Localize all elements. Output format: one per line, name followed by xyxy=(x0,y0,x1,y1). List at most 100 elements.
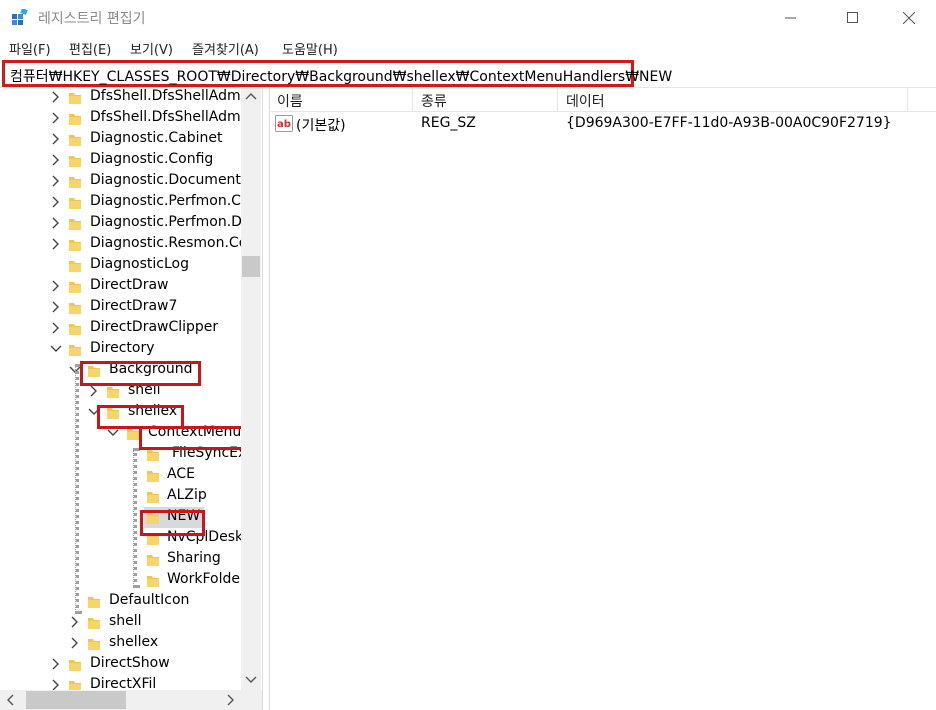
menu-file[interactable]: 파일(F) xyxy=(9,39,51,58)
chevron-right-icon[interactable] xyxy=(50,280,62,292)
tree-item[interactable]: shellex xyxy=(0,633,262,654)
folder-icon xyxy=(146,531,160,545)
pane-splitter[interactable] xyxy=(262,88,270,710)
tree-item-label: FileSyncEx xyxy=(172,445,247,461)
folder-icon xyxy=(106,405,120,419)
chevron-right-icon[interactable] xyxy=(50,301,62,313)
menu-bar: 파일(F) 편집(E) 보기(V) 즐겨찾기(A) 도움말(H) xyxy=(0,36,936,58)
chevron-right-icon[interactable] xyxy=(50,658,62,670)
scroll-right-icon[interactable] xyxy=(226,694,236,706)
scroll-up-icon[interactable] xyxy=(245,92,257,102)
minimize-button[interactable] xyxy=(768,0,814,36)
menu-favorites[interactable]: 즐겨찾기(A) xyxy=(192,39,259,58)
maximize-icon xyxy=(847,12,858,23)
tree-vertical-scrollbar[interactable] xyxy=(241,88,261,691)
tree-item[interactable]: DfsShell.DfsShellAdmin xyxy=(0,108,262,129)
tree-item[interactable]: Background xyxy=(0,360,262,381)
chevron-right-icon[interactable] xyxy=(50,217,62,229)
column-data[interactable]: 데이터 xyxy=(566,91,605,111)
tree-item[interactable]: Diagnostic.Config xyxy=(0,150,262,171)
tree-item-label: shellex xyxy=(109,634,159,650)
tree-item-label: Diagnostic.Document xyxy=(90,172,241,188)
tree-item[interactable]: shell xyxy=(0,612,262,633)
chevron-right-icon[interactable] xyxy=(69,637,81,649)
folder-icon xyxy=(68,132,82,146)
maximize-button[interactable] xyxy=(830,0,876,36)
menu-view[interactable]: 보기(V) xyxy=(130,39,173,58)
tree-item[interactable]: DirectShow xyxy=(0,654,262,675)
minimize-icon xyxy=(785,17,796,19)
tree-item[interactable]: NvCplDeskt xyxy=(0,528,262,549)
tree-item[interactable]: shell xyxy=(0,381,262,402)
folder-icon xyxy=(68,258,82,272)
scroll-left-icon[interactable] xyxy=(6,694,16,706)
folder-icon xyxy=(146,510,160,524)
folder-icon xyxy=(126,426,140,440)
folder-icon xyxy=(146,489,160,503)
tree-item-label: Diagnostic.Perfmon.Co xyxy=(90,193,250,209)
tree-item[interactable]: Diagnostic.Perfmon.Co xyxy=(0,192,262,213)
column-separator[interactable] xyxy=(557,88,558,112)
column-separator[interactable] xyxy=(907,88,908,112)
chevron-right-icon[interactable] xyxy=(88,385,100,397)
chevron-right-icon[interactable] xyxy=(50,196,62,208)
chevron-right-icon[interactable] xyxy=(69,616,81,628)
tree-item[interactable]: DirectDrawClipper xyxy=(0,318,262,339)
registry-tree[interactable]: DfsShell.DfsShellAdmin DfsShell.DfsShellA… xyxy=(0,88,262,691)
registry-editor-icon xyxy=(11,8,29,27)
tree-item-label: shell xyxy=(128,382,161,398)
tree-item[interactable]: ContextMenuH xyxy=(0,423,262,444)
tree-item-label: DirectXFil xyxy=(90,676,157,691)
chevron-down-icon[interactable] xyxy=(88,406,100,418)
tree-item[interactable]: DirectDraw7 xyxy=(0,297,262,318)
tree-item[interactable]: Sharing xyxy=(0,549,262,570)
chevron-right-icon[interactable] xyxy=(50,175,62,187)
scroll-down-icon[interactable] xyxy=(245,675,257,685)
menu-edit[interactable]: 편집(E) xyxy=(69,39,111,58)
chevron-right-icon[interactable] xyxy=(50,133,62,145)
chevron-right-icon[interactable] xyxy=(50,112,62,124)
chevron-right-icon[interactable] xyxy=(50,322,62,334)
tree-item[interactable]: NEW xyxy=(0,507,262,528)
tree-vertical-scroll-thumb[interactable] xyxy=(242,256,260,277)
column-separator[interactable] xyxy=(412,88,413,112)
column-name[interactable]: 이름 xyxy=(277,91,303,111)
value-name: (기본값) xyxy=(296,118,346,134)
tree-item[interactable]: DirectDraw xyxy=(0,276,262,297)
chevron-right-icon[interactable] xyxy=(50,238,62,250)
tree-item[interactable]: Diagnostic.Resmon.Co xyxy=(0,234,262,255)
tree-item[interactable]: Diagnostic.Perfmon.Do xyxy=(0,213,262,234)
tree-item[interactable]: shellex xyxy=(0,402,262,423)
tree-item[interactable]: DfsShell.DfsShellAdmin xyxy=(0,88,262,108)
chevron-right-icon[interactable] xyxy=(50,91,62,103)
tree-guide-line xyxy=(133,448,137,588)
column-type[interactable]: 종류 xyxy=(421,91,447,111)
folder-icon xyxy=(146,573,160,587)
title-bar: 레지스트리 편집기 xyxy=(0,0,936,36)
chevron-right-icon[interactable] xyxy=(50,154,62,166)
folder-icon xyxy=(68,216,82,230)
tree-item[interactable]: Diagnostic.Document xyxy=(0,171,262,192)
tree-item[interactable]: FileSyncEx xyxy=(0,444,262,465)
list-item[interactable]: ab (기본값) REG_SZ {D969A300-E7FF-11d0-A93B… xyxy=(271,113,936,135)
tree-item[interactable]: DirectXFil xyxy=(0,675,262,691)
tree-item[interactable]: DiagnosticLog xyxy=(0,255,262,276)
chevron-down-icon[interactable] xyxy=(50,343,62,355)
folder-icon xyxy=(68,657,82,671)
close-button[interactable] xyxy=(886,0,932,36)
folder-icon xyxy=(68,300,82,314)
tree-item[interactable]: ALZip xyxy=(0,486,262,507)
tree-item[interactable]: WorkFolder xyxy=(0,570,262,591)
tree-item[interactable]: Diagnostic.Cabinet xyxy=(0,129,262,150)
window-title: 레지스트리 편집기 xyxy=(38,11,146,27)
tree-item-label: Directory xyxy=(90,340,155,356)
tree-item-label: DefaultIcon xyxy=(109,592,190,608)
folder-icon xyxy=(87,615,101,629)
tree-item[interactable]: DefaultIcon xyxy=(0,591,262,612)
tree-horizontal-scroll-thumb[interactable] xyxy=(26,691,126,709)
chevron-down-icon[interactable] xyxy=(107,427,119,439)
address-bar[interactable]: 컴퓨터₩HKEY_CLASSES_ROOT₩Directory₩Backgrou… xyxy=(2,60,672,87)
menu-help[interactable]: 도움말(H) xyxy=(282,39,338,58)
tree-item[interactable]: Directory xyxy=(0,339,262,360)
tree-item[interactable]: ACE xyxy=(0,465,262,486)
